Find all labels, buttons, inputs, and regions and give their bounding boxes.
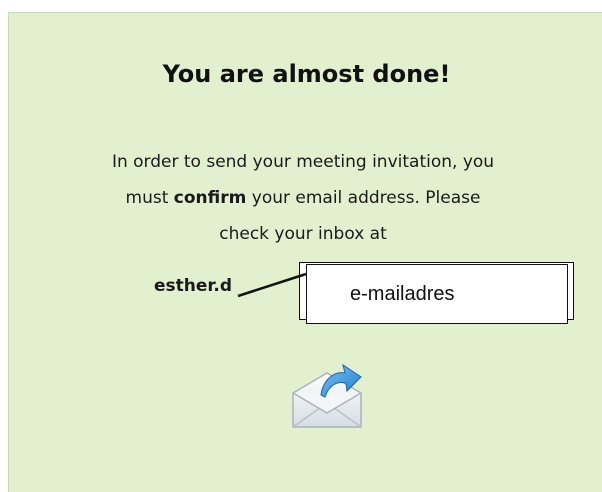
callout-label: e-mailadres bbox=[306, 264, 568, 324]
confirmation-panel: You are almost done! In order to send yo… bbox=[8, 12, 602, 492]
envelope-with-arrow-icon bbox=[292, 363, 362, 428]
message-line-1: In order to send your meeting invitation… bbox=[111, 152, 495, 172]
email-address: esther.d bbox=[154, 276, 232, 296]
message-line-3: check your inbox at bbox=[219, 224, 387, 244]
dialog-title: You are almost done! bbox=[162, 60, 451, 88]
confirmation-message: In order to send your meeting invitation… bbox=[49, 144, 557, 252]
confirm-emphasis: confirm bbox=[173, 188, 247, 208]
message-line-2-pre: must bbox=[125, 188, 174, 208]
callout-pointer bbox=[237, 272, 307, 298]
message-line-2-post: your email address. Please bbox=[246, 188, 481, 208]
